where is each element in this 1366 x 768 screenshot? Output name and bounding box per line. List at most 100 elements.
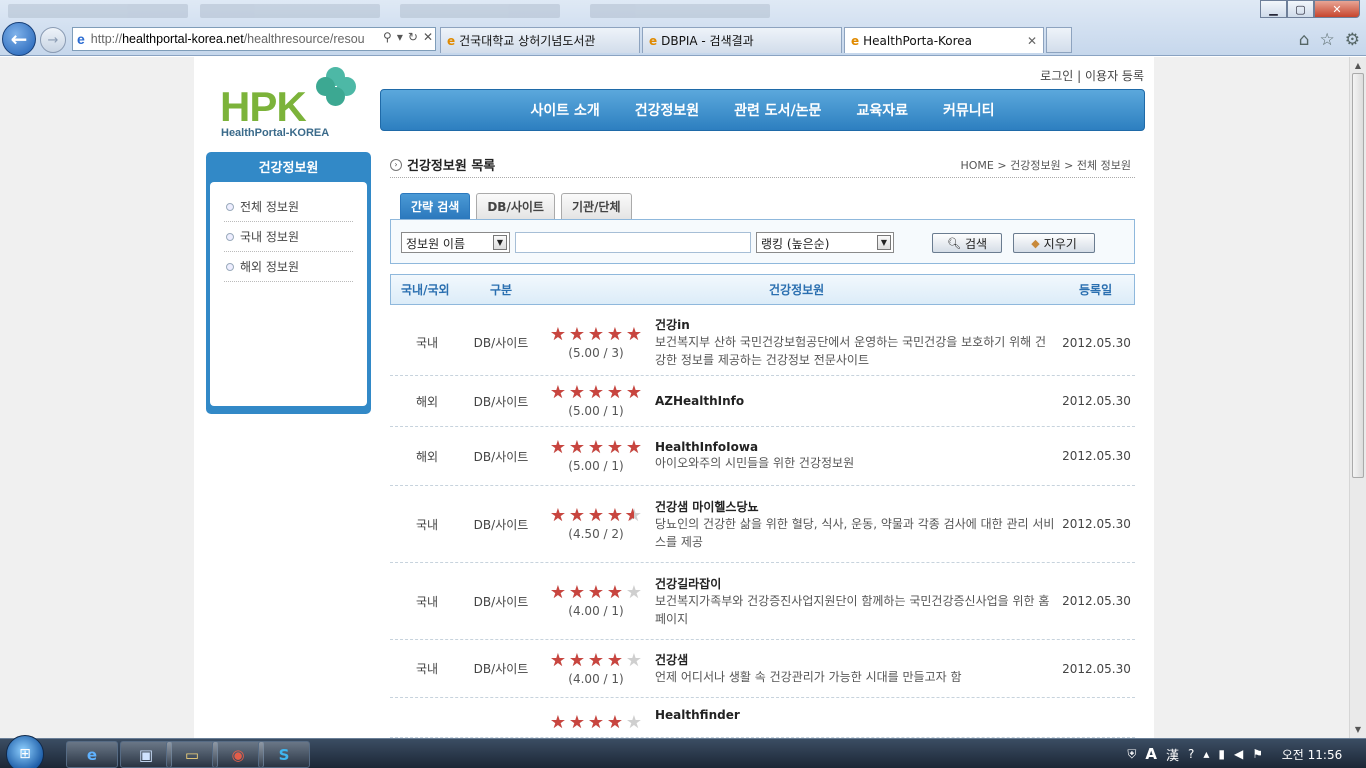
sidebar-item-all[interactable]: 전체 정보원 (224, 192, 353, 222)
row-type: DB/사이트 (473, 449, 529, 464)
network-icon[interactable]: ▮ (1218, 747, 1225, 761)
star-icon: ★★ (568, 437, 586, 458)
nav-about[interactable]: 사이트 소개 (530, 100, 599, 120)
sidebar-item-overseas[interactable]: 해외 정보원 (224, 252, 353, 282)
row-region: 국내 (415, 662, 439, 676)
sort-select[interactable]: 랭킹 (높은순) ▼ (756, 232, 894, 253)
minimize-icon[interactable]: ▁ (1260, 0, 1287, 18)
browser-tab[interactable]: e DBPIA - 검색결과 (642, 27, 842, 53)
help-icon[interactable]: ? (1188, 747, 1194, 761)
star-icon: ★★ (587, 712, 605, 733)
star-icon: ★★ (549, 712, 567, 733)
scroll-up-icon[interactable]: ▲ (1350, 57, 1366, 74)
sidebar-item-label: 국내 정보원 (240, 230, 300, 244)
resource-name-link[interactable]: 건강길라잡이 (655, 575, 1055, 592)
field-select-value: 정보원 이름 (406, 237, 466, 251)
folder-taskbar-icon[interactable]: ▭ (166, 741, 218, 768)
url-host: healthportal-korea.net (122, 32, 244, 46)
new-tab-button[interactable] (1046, 27, 1072, 53)
rating-text: (5.00 / 3) (568, 345, 624, 360)
resource-description: 보건복지부 산하 국민건강보험공단에서 운영하는 국민건강을 보호하기 위해 건… (655, 335, 1047, 367)
settings-gear-icon[interactable]: ⚙ (1345, 30, 1360, 50)
flag-icon[interactable]: ⚑ (1252, 747, 1263, 761)
login-link[interactable]: 로그인 (1040, 69, 1073, 83)
resource-name-link[interactable]: AZHealthInfo (655, 394, 1055, 408)
tab-simple-search[interactable]: 간략 검색 (400, 193, 471, 219)
star-icon: ★★ (549, 382, 567, 403)
ie-taskbar-icon[interactable]: e (66, 741, 118, 768)
table-row: 국내 DB/사이트 ★★★★★★★★★★ (4.00 / 1) 건강샘 언제 어… (390, 640, 1135, 698)
scroll-down-icon[interactable]: ▼ (1350, 721, 1366, 738)
volume-icon[interactable]: ◀ (1234, 747, 1243, 761)
ie-tab-icon: e (649, 33, 658, 48)
ime-hanja-icon[interactable]: 漢 (1166, 745, 1179, 764)
scroll-thumb[interactable] (1352, 73, 1364, 478)
tab-db-site[interactable]: DB/사이트 (476, 193, 555, 219)
stop-icon[interactable]: ✕ (423, 30, 433, 44)
clear-button[interactable]: ◆ 지우기 (1013, 233, 1095, 253)
start-button[interactable]: ⊞ (6, 735, 44, 768)
clock[interactable]: 오전 11:56 (1272, 746, 1352, 763)
tab-label: 건국대학교 상허기념도서관 (459, 34, 596, 48)
sidebar-item-domestic[interactable]: 국내 정보원 (224, 222, 353, 252)
forward-button[interactable]: → (40, 27, 66, 53)
tray-expand-icon[interactable]: ▴ (1203, 747, 1209, 761)
browser-tab[interactable]: e 건국대학교 상허기념도서관 (440, 27, 640, 53)
row-type: DB/사이트 (473, 517, 529, 532)
chevron-down-icon: ▼ (493, 235, 507, 250)
chrome-taskbar-icon[interactable]: ◉ (212, 741, 264, 768)
refresh-icon[interactable]: ↻ (408, 30, 418, 44)
star-rating: ★★★★★★★★★★ (548, 384, 644, 402)
star-icon: ★★ (625, 712, 643, 733)
resource-name-link[interactable]: 건강샘 마이헬스당뇨 (655, 498, 1055, 515)
vertical-scrollbar[interactable]: ▲ ▼ (1349, 57, 1366, 738)
close-window-icon[interactable]: ✕ (1314, 0, 1360, 18)
favorites-icon[interactable]: ☆ (1320, 30, 1335, 50)
register-link[interactable]: 이용자 등록 (1085, 69, 1144, 83)
row-type: DB/사이트 (473, 394, 529, 409)
col-date: 등록일 (1079, 283, 1113, 297)
shield-icon[interactable]: ⛨ (1127, 747, 1136, 762)
rating-cell: ★ ★ ★ ★ ★ ★ ★ ★ ★ ★ (5.00 / 1) (548, 437, 644, 474)
arrow-circle-icon: › (390, 158, 402, 171)
window-controls: ▁ ▢ ✕ (1260, 0, 1360, 18)
resource-name-link[interactable]: HealthInfoIowa (655, 440, 1055, 454)
star-icon: ★★ (606, 582, 624, 603)
close-tab-icon[interactable]: ✕ (1027, 34, 1037, 48)
nav-community[interactable]: 커뮤니티 (943, 100, 995, 120)
tab-organization[interactable]: 기관/단체 (560, 193, 632, 219)
row-region: 국내 (415, 336, 439, 350)
row-type: DB/사이트 (473, 336, 529, 350)
logo-subtext: HealthPortal-KOREA (221, 127, 330, 139)
nav-resources[interactable]: 건강정보원 (635, 100, 699, 120)
star-rating: ★★★★★★★★★★ (548, 714, 644, 732)
address-bar[interactable]: e http://healthportal-korea.net/healthre… (72, 27, 436, 51)
maximize-icon[interactable]: ▢ (1287, 0, 1314, 18)
star-icon: ★★ (568, 649, 586, 671)
taskbar: ⊞ e ▣ ▭ ◉ S ⛨ A 漢 ? ▴ ▮ ◀ ⚑ 오전 11:56 (0, 735, 1366, 768)
dropdown-icon[interactable]: ▾ (397, 30, 403, 44)
home-icon[interactable]: ⌂ (1299, 30, 1310, 50)
resource-name-link[interactable]: Healthfinder (655, 708, 1055, 722)
rating-text: (5.00 / 1) (568, 459, 624, 473)
search-button[interactable]: 🔍︎ 검색 (932, 233, 1002, 253)
nav-books-papers[interactable]: 관련 도서/논문 (734, 100, 821, 120)
sidebar: 건강정보원 전체 정보원 국내 정보원 해외 정보원 (206, 152, 371, 414)
keyword-input[interactable] (515, 232, 751, 253)
resource-name-link[interactable]: 건강샘 (655, 651, 1055, 668)
bullet-icon (226, 232, 234, 241)
browser-tab-active[interactable]: e HealthPorta-Korea ✕ (844, 27, 1044, 53)
field-select[interactable]: 정보원 이름 ▼ (401, 232, 510, 253)
ime-a-icon[interactable]: A (1145, 745, 1157, 763)
logo-text: HPK (220, 83, 307, 130)
skype-taskbar-icon[interactable]: S (258, 741, 310, 768)
title-bar (0, 0, 820, 24)
star-icon: ★★ (549, 505, 567, 526)
explorer-taskbar-icon[interactable]: ▣ (120, 741, 172, 768)
search-icon[interactable]: ⚲ (383, 30, 392, 44)
back-button[interactable]: ← (2, 22, 36, 56)
site-logo[interactable]: HPK HealthPortal-KOREA (220, 67, 360, 142)
star-icon: ★★ (587, 582, 605, 603)
nav-education[interactable]: 교육자료 (856, 100, 908, 120)
resource-name-link[interactable]: 건강in (655, 316, 1055, 333)
